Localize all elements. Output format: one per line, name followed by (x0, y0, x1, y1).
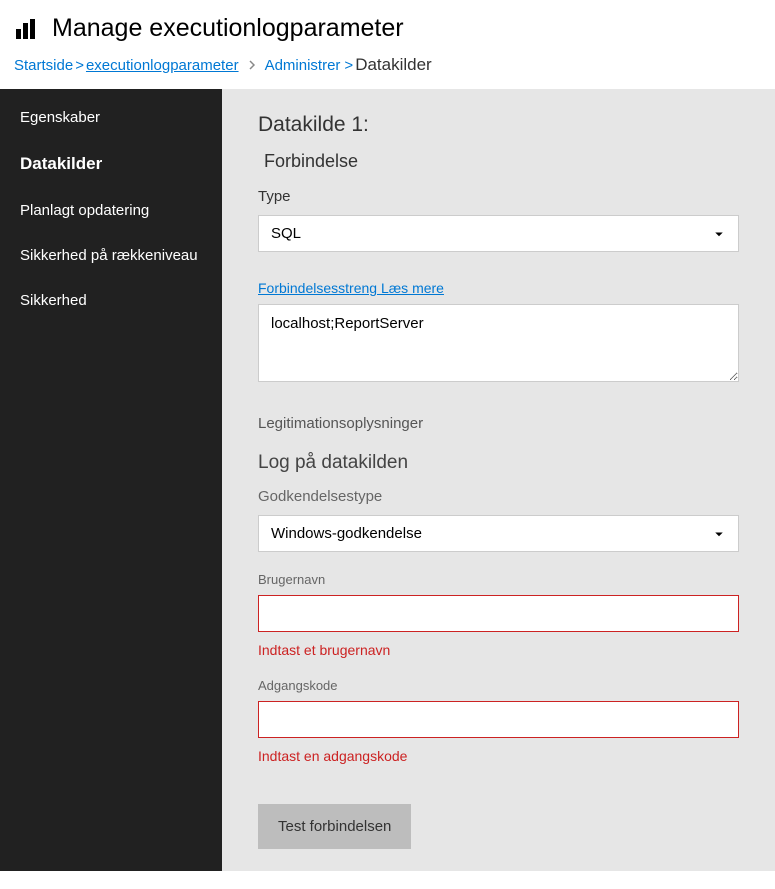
breadcrumb-sep: > (344, 57, 353, 74)
connection-header: Forbindelse (264, 151, 739, 172)
conn-string-input[interactable]: localhost;ReportServer (258, 304, 739, 382)
datasource-title: Datakilde 1: (258, 113, 739, 137)
type-label: Type (258, 188, 739, 205)
username-label: Brugernavn (258, 572, 739, 587)
sidebar-item-label: Egenskaber (20, 109, 100, 126)
chevron-right-icon (247, 58, 257, 73)
password-error: Indtast en adgangskode (258, 748, 739, 764)
auth-type-select[interactable]: Windows-godkendelse (258, 515, 739, 552)
sidebar-item-label: Sikkerhed på rækkeniveau (20, 247, 198, 264)
username-input[interactable] (258, 595, 739, 632)
breadcrumb-home-link[interactable]: Startside (14, 57, 73, 74)
breadcrumb-current: Datakilder (355, 55, 432, 75)
type-select[interactable]: SQL (258, 215, 739, 252)
sidebar-item-properties[interactable]: Egenskaber (0, 95, 222, 140)
test-connection-button[interactable]: Test forbindelsen (258, 804, 411, 849)
credentials-label: Legitimationsoplysninger (258, 415, 739, 432)
sidebar-item-security[interactable]: Sikkerhed (0, 278, 222, 323)
sidebar-item-row-level-security[interactable]: Sikkerhed på rækkeniveau (0, 233, 222, 278)
sidebar-item-label: Sikkerhed (20, 292, 87, 309)
username-error: Indtast et brugernavn (258, 642, 739, 658)
sidebar-item-label: Planlagt opdatering (20, 202, 149, 219)
main-content: Datakilde 1: Forbindelse Type SQL Forbin… (222, 89, 775, 871)
sidebar-item-scheduled-refresh[interactable]: Planlagt opdatering (0, 188, 222, 233)
breadcrumb-admin-link[interactable]: Administrer (265, 57, 341, 74)
breadcrumb-item-link[interactable]: executionlogparameter (86, 57, 239, 74)
sidebar: Egenskaber Datakilder Planlagt opdaterin… (0, 89, 222, 871)
page-title: Manage executionlogparameter (52, 14, 404, 43)
sidebar-item-datasources[interactable]: Datakilder (0, 140, 222, 188)
breadcrumb: Startside > executionlogparameter Admini… (0, 49, 775, 89)
breadcrumb-sep: > (75, 57, 84, 74)
sidebar-item-label: Datakilder (20, 154, 102, 173)
auth-type-label: Godkendelsestype (258, 488, 739, 505)
page-header: Manage executionlogparameter (0, 0, 775, 49)
password-label: Adgangskode (258, 678, 739, 693)
conn-string-label-link[interactable]: Forbindelsesstreng Læs mere (258, 280, 739, 296)
login-header: Log på datakilden (258, 452, 739, 474)
powerbi-logo-icon (14, 15, 42, 43)
password-input[interactable] (258, 701, 739, 738)
